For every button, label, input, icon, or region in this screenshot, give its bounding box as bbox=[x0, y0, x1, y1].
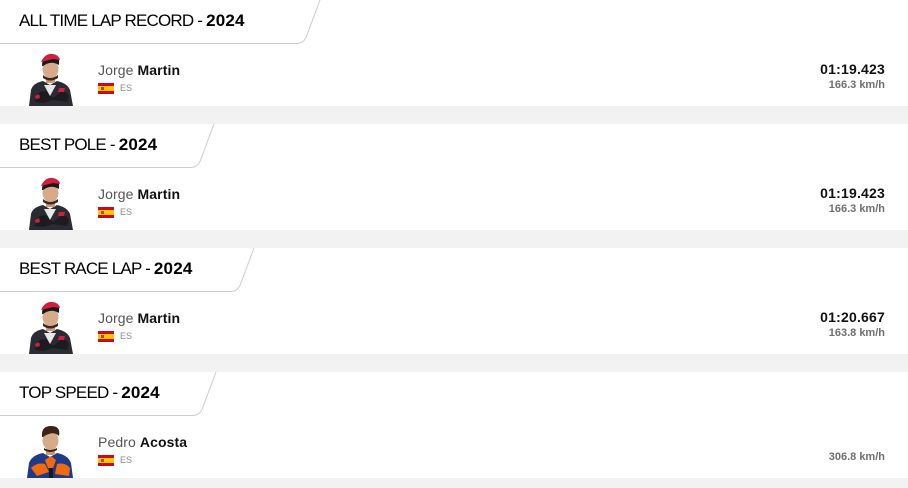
record-footer-strip bbox=[0, 230, 908, 248]
record-year: 2024 bbox=[118, 135, 158, 154]
lap-time: 01:19.423 bbox=[820, 61, 885, 77]
record-title-label: ALL TIME LAP RECORD - bbox=[19, 11, 207, 30]
rider-name[interactable]: Pedro Acosta bbox=[98, 434, 187, 450]
lap-speed: 166.3 km/h bbox=[828, 203, 885, 215]
lap-speed: 163.8 km/h bbox=[828, 327, 885, 339]
record-title-label: BEST POLE - bbox=[19, 135, 119, 154]
records-list: ALL TIME LAP RECORD - 2024 Jorge Martin bbox=[0, 0, 908, 488]
record-year: 2024 bbox=[153, 259, 193, 278]
record-year: 2024 bbox=[121, 383, 160, 402]
record-title: BEST RACE LAP - 2024 bbox=[19, 256, 193, 282]
rider-country: ES bbox=[98, 454, 132, 466]
lap-speed: 306.8 km/h bbox=[828, 451, 885, 463]
rider-last-name: Martin bbox=[137, 62, 181, 78]
rider-name[interactable]: Jorge Martin bbox=[98, 186, 180, 202]
rider-name[interactable]: Jorge Martin bbox=[98, 62, 180, 78]
rider-last-name: Martin bbox=[137, 310, 181, 326]
rider-row[interactable]: Jorge Martin ES 01:20.667 163.8 km/h bbox=[0, 298, 908, 354]
spain-flag-icon bbox=[98, 455, 114, 466]
rider-last-name: Acosta bbox=[139, 434, 188, 450]
rider-avatar bbox=[23, 422, 79, 478]
record-title-label: TOP SPEED - bbox=[19, 383, 122, 402]
record-best-pole: BEST POLE - 2024 Jorge Martin ES 01:19.4… bbox=[0, 123, 908, 248]
lap-speed: 166.3 km/h bbox=[828, 79, 885, 91]
record-title-label: BEST RACE LAP - bbox=[19, 259, 154, 278]
rider-row[interactable]: Jorge Martin ES 01:19.423 166.3 km/h bbox=[0, 174, 908, 230]
rider-last-name: Martin bbox=[137, 186, 181, 202]
lap-time: 01:19.423 bbox=[820, 185, 885, 201]
rider-first-name: Jorge bbox=[98, 186, 134, 202]
rider-avatar bbox=[23, 174, 79, 230]
spain-flag-icon bbox=[98, 207, 114, 218]
record-title: TOP SPEED - 2024 bbox=[19, 380, 160, 406]
record-top-speed: TOP SPEED - 2024 Pedro Acosta ES 306.8 k… bbox=[0, 371, 908, 488]
lap-time: 01:20.667 bbox=[820, 309, 885, 325]
rider-avatar bbox=[23, 298, 79, 354]
rider-country: ES bbox=[98, 330, 132, 342]
record-footer-strip bbox=[0, 478, 908, 488]
rider-first-name: Pedro bbox=[98, 434, 136, 450]
rider-country: ES bbox=[98, 82, 132, 94]
record-footer-strip bbox=[0, 106, 908, 124]
rider-name[interactable]: Jorge Martin bbox=[98, 310, 180, 326]
record-year: 2024 bbox=[206, 11, 245, 30]
country-code: ES bbox=[120, 207, 133, 217]
record-all-time-lap: ALL TIME LAP RECORD - 2024 Jorge Martin bbox=[0, 0, 908, 124]
record-best-race-lap: BEST RACE LAP - 2024 Jorge Martin ES 01:… bbox=[0, 247, 908, 372]
rider-row[interactable]: Pedro Acosta ES 306.8 km/h bbox=[0, 422, 908, 478]
record-title: ALL TIME LAP RECORD - 2024 bbox=[19, 8, 245, 34]
rider-first-name: Jorge bbox=[98, 62, 134, 78]
country-code: ES bbox=[120, 83, 133, 93]
country-code: ES bbox=[120, 331, 133, 341]
rider-row[interactable]: Jorge Martin ES 01:19.423 166.3 km/h bbox=[0, 50, 908, 106]
spain-flag-icon bbox=[98, 331, 114, 342]
rider-first-name: Jorge bbox=[98, 310, 134, 326]
rider-avatar bbox=[23, 50, 79, 106]
country-code: ES bbox=[120, 455, 133, 465]
rider-country: ES bbox=[98, 206, 132, 218]
record-footer-strip bbox=[0, 354, 908, 372]
record-title: BEST POLE - 2024 bbox=[19, 132, 157, 158]
spain-flag-icon bbox=[98, 83, 114, 94]
